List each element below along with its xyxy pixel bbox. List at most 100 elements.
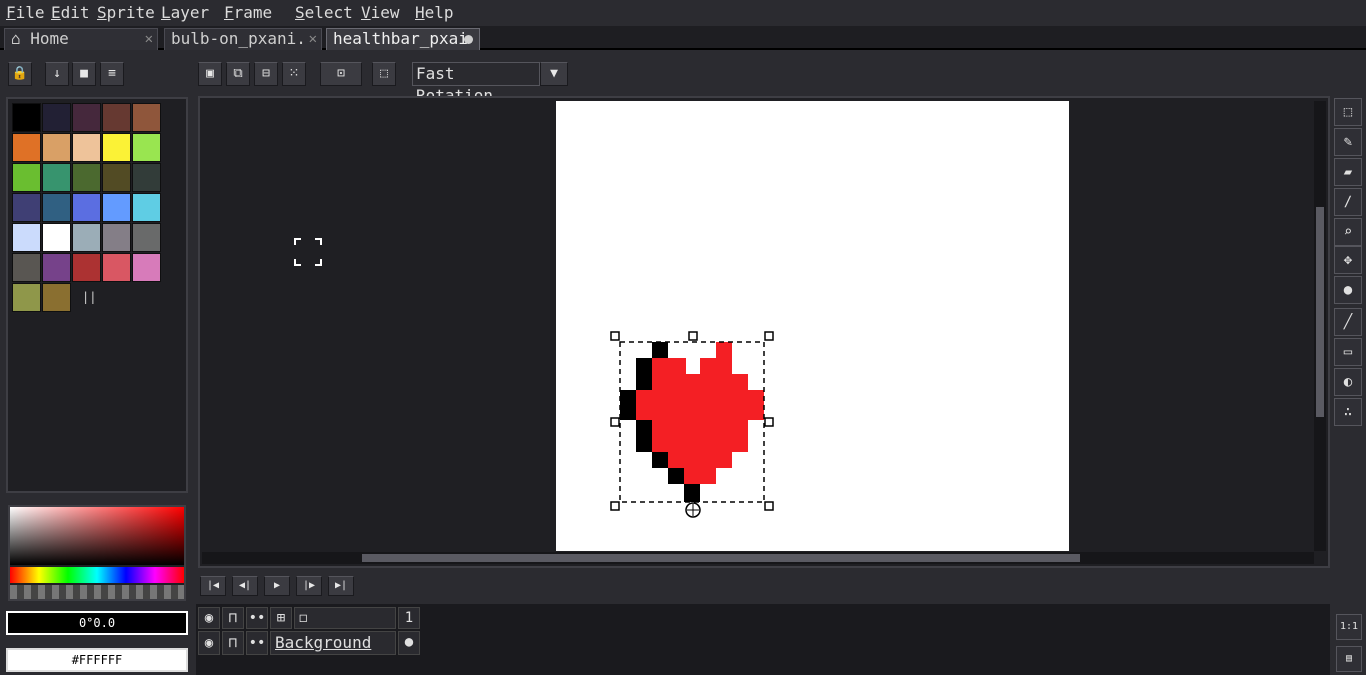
close-icon[interactable]: ✕ bbox=[309, 29, 317, 49]
menu-bar: File Edit Sprite Layer Frame Select View… bbox=[0, 0, 1366, 26]
lock-icon[interactable]: ⊓ bbox=[222, 607, 244, 629]
horizontal-scrollbar[interactable] bbox=[202, 552, 1314, 564]
selection-intersect-icon[interactable]: ⁙ bbox=[282, 62, 306, 86]
palette-swatch[interactable] bbox=[132, 133, 161, 162]
next-frame-icon[interactable]: |▶ bbox=[296, 576, 322, 596]
heart-sprite bbox=[610, 331, 774, 518]
palette-panel bbox=[6, 97, 188, 493]
tab-healthbar[interactable]: healthbar_pxai bbox=[326, 28, 480, 50]
line-tool-icon[interactable]: ╱ bbox=[1334, 308, 1362, 336]
palette-swatch[interactable] bbox=[72, 253, 101, 282]
palette-swatch[interactable] bbox=[102, 223, 131, 252]
pause-icon: || bbox=[82, 290, 97, 304]
fill-tool-icon[interactable]: ● bbox=[1334, 276, 1362, 304]
palette-swatch[interactable] bbox=[102, 133, 131, 162]
menu-file[interactable]: File bbox=[6, 2, 45, 24]
eyedropper-tool-icon[interactable]: ∕ bbox=[1334, 188, 1362, 216]
selection-add-icon[interactable]: ⧉ bbox=[226, 62, 250, 86]
layer-continuous-icon[interactable]: •• bbox=[246, 631, 268, 655]
palette-swatch[interactable] bbox=[132, 253, 161, 282]
tab-bulb-on[interactable]: bulb-on_pxani. ✕ bbox=[164, 28, 322, 50]
spray-tool-icon[interactable]: ∴ bbox=[1334, 398, 1362, 426]
palette-swatch[interactable] bbox=[12, 283, 41, 312]
layer-header: ◻ bbox=[294, 607, 396, 629]
close-icon[interactable]: ✕ bbox=[145, 29, 153, 49]
palette-swatch[interactable] bbox=[132, 103, 161, 132]
palette-swatch[interactable] bbox=[42, 223, 71, 252]
palette-swatch[interactable] bbox=[42, 193, 71, 222]
menu-layer[interactable]: Layer bbox=[161, 2, 209, 24]
vertical-scrollbar[interactable] bbox=[1314, 101, 1326, 551]
palette-swatch[interactable] bbox=[102, 103, 131, 132]
zoom-1-1-icon[interactable]: 1:1 bbox=[1336, 614, 1362, 640]
palette-swatch[interactable] bbox=[102, 163, 131, 192]
frame-header-1[interactable]: 1 bbox=[398, 607, 420, 629]
palette-swatch[interactable] bbox=[132, 193, 161, 222]
zoom-tool-icon[interactable]: ⌕ bbox=[1334, 218, 1362, 246]
move-tool-icon[interactable]: ✥ bbox=[1334, 246, 1362, 274]
palette-swatch[interactable] bbox=[12, 163, 41, 192]
selection-subtract-icon[interactable]: ⊟ bbox=[254, 62, 278, 86]
pivot-icon[interactable]: ⬚ bbox=[372, 62, 396, 86]
menu-help[interactable]: Help bbox=[415, 2, 454, 24]
menu-sprite[interactable]: Sprite bbox=[97, 2, 155, 24]
palette-swatch[interactable] bbox=[72, 193, 101, 222]
palette-swatch[interactable] bbox=[102, 253, 131, 282]
menu-select[interactable]: Select bbox=[295, 2, 353, 24]
marquee-tool-icon[interactable]: ⬚ bbox=[1334, 98, 1362, 126]
last-frame-icon[interactable]: ▶| bbox=[328, 576, 354, 596]
cel-filled-icon[interactable]: ● bbox=[398, 631, 420, 655]
hex-color-field[interactable]: #FFFFFF bbox=[6, 648, 188, 672]
palette-swatch[interactable] bbox=[72, 133, 101, 162]
palette-swatch[interactable] bbox=[12, 133, 41, 162]
layers-icon[interactable]: ⊞ bbox=[270, 607, 292, 629]
tab-home[interactable]: ⌂ Home ✕ bbox=[4, 28, 158, 50]
play-icon[interactable]: ▶ bbox=[264, 576, 290, 596]
palette-swatch[interactable] bbox=[12, 103, 41, 132]
save-icon[interactable]: ■ bbox=[72, 62, 96, 86]
horizontal-scroll-thumb[interactable] bbox=[362, 554, 1080, 562]
palette-swatch[interactable] bbox=[72, 223, 101, 252]
layer-visibility-icon[interactable]: ◉ bbox=[198, 631, 220, 655]
palette-swatch[interactable] bbox=[12, 193, 41, 222]
palette-swatch[interactable] bbox=[12, 223, 41, 252]
palette-swatch[interactable] bbox=[12, 253, 41, 282]
palette-swatch[interactable] bbox=[42, 133, 71, 162]
palette-swatch[interactable] bbox=[102, 193, 131, 222]
color-hsv-readout[interactable]: 0°0.0 bbox=[6, 611, 188, 635]
palette-swatch[interactable] bbox=[72, 103, 101, 132]
rectangle-tool-icon[interactable]: ▭ bbox=[1334, 338, 1362, 366]
rotation-algorithm-select[interactable]: Fast Rotation bbox=[412, 62, 540, 105]
layer-lock-icon[interactable]: ⊓ bbox=[222, 631, 244, 655]
crosshair-cursor-icon bbox=[294, 238, 322, 266]
palette-swatch[interactable] bbox=[72, 163, 101, 192]
palette-swatch[interactable] bbox=[42, 103, 71, 132]
lock-icon[interactable]: 🔒 bbox=[8, 62, 32, 86]
vertical-scroll-thumb[interactable] bbox=[1316, 207, 1324, 417]
alpha-slider[interactable] bbox=[10, 585, 184, 599]
eye-icon[interactable]: ◉ bbox=[198, 607, 220, 629]
filmstrip-icon[interactable]: ▤ bbox=[1336, 646, 1362, 672]
link-icon[interactable]: •• bbox=[246, 607, 268, 629]
pencil-tool-icon[interactable]: ✎ bbox=[1334, 128, 1362, 156]
layer-name-background[interactable]: Background bbox=[270, 631, 396, 655]
palette-swatch[interactable] bbox=[42, 283, 71, 312]
contour-tool-icon[interactable]: ◐ bbox=[1334, 368, 1362, 396]
eraser-tool-icon[interactable]: ▰ bbox=[1334, 158, 1362, 186]
saturation-value-area[interactable] bbox=[10, 507, 184, 565]
selection-replace-icon[interactable]: ▣ bbox=[198, 62, 222, 86]
palette-swatch[interactable] bbox=[132, 163, 161, 192]
download-icon[interactable]: ↓ bbox=[45, 62, 69, 86]
menu-edit[interactable]: Edit bbox=[51, 2, 90, 24]
palette-swatch[interactable] bbox=[42, 253, 71, 282]
palette-swatch[interactable] bbox=[132, 223, 161, 252]
first-frame-icon[interactable]: |◀ bbox=[200, 576, 226, 596]
palette-swatch[interactable] bbox=[42, 163, 71, 192]
menu-view[interactable]: View bbox=[361, 2, 400, 24]
previous-frame-icon[interactable]: ◀| bbox=[232, 576, 258, 596]
menu-icon[interactable]: ≡ bbox=[100, 62, 124, 86]
chevron-down-icon[interactable]: ▼ bbox=[540, 62, 568, 86]
transparent-color-icon[interactable]: ⊡ bbox=[320, 62, 362, 86]
menu-frame[interactable]: Frame bbox=[224, 2, 272, 24]
hue-slider[interactable] bbox=[10, 567, 184, 583]
